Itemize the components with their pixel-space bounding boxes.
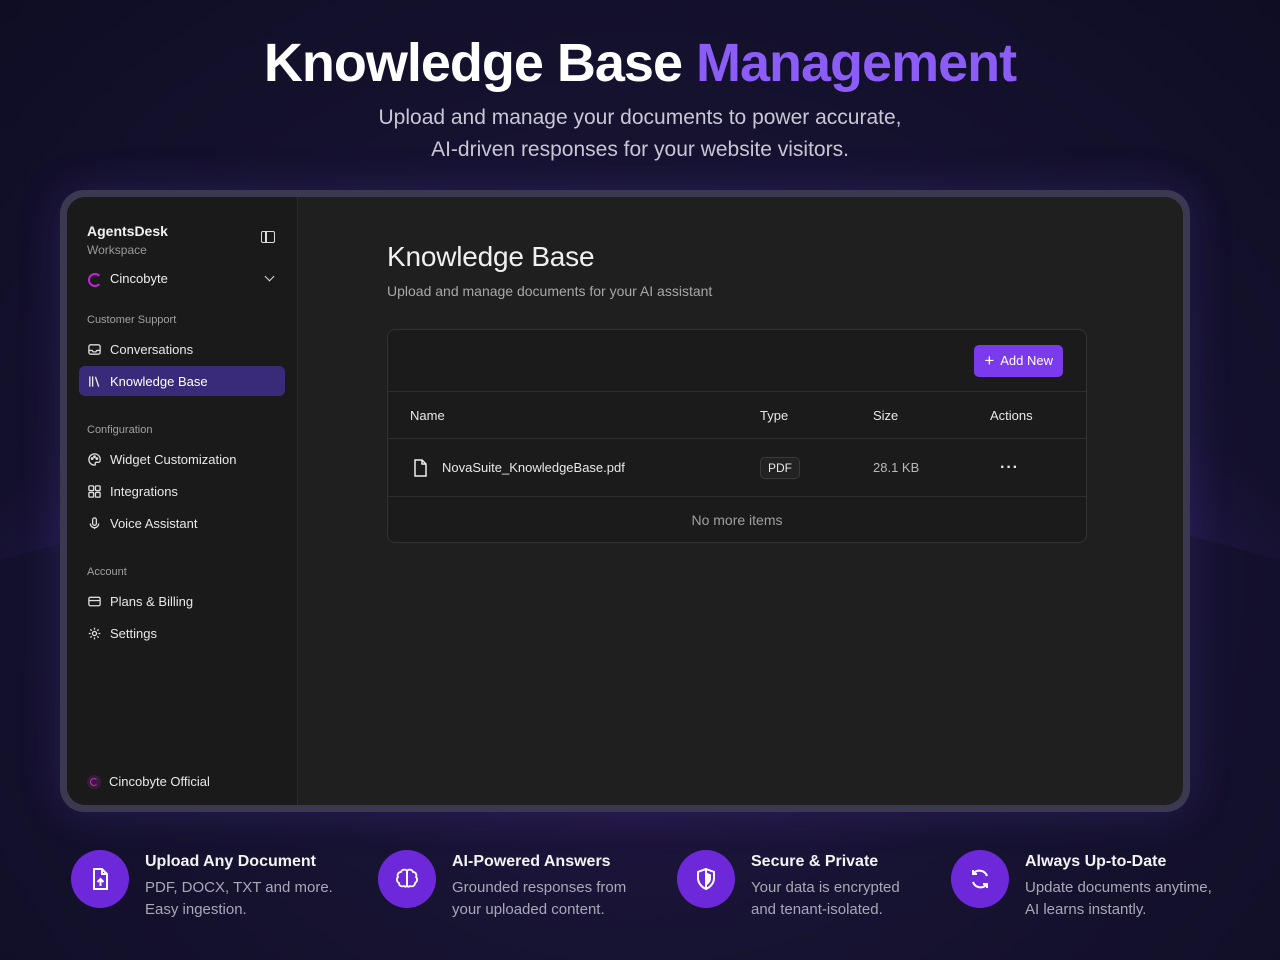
nav-section-label: Customer Support bbox=[87, 314, 177, 326]
sidebar-item-label: Knowledge Base bbox=[110, 373, 208, 389]
grid-icon bbox=[88, 484, 101, 498]
table-header: Name Type Size Actions bbox=[388, 392, 1086, 439]
feature-description-line: your uploaded content. bbox=[452, 901, 605, 918]
org-name: Cincobyte bbox=[110, 271, 168, 286]
app-name: AgentsDesk bbox=[87, 223, 168, 239]
sidebar-item-label: Widget Customization bbox=[110, 451, 237, 467]
feature-secure: Secure & Private Your data is encrypted … bbox=[677, 850, 900, 921]
feature-description: PDF, DOCX, TXT and more. Easy ingestion. bbox=[145, 877, 333, 921]
column-header-actions: Actions bbox=[990, 407, 1033, 423]
palette-icon bbox=[88, 452, 101, 466]
hero-subtitle-line: Upload and manage your documents to powe… bbox=[378, 106, 902, 129]
feature-description-line: AI learns instantly. bbox=[1025, 901, 1147, 918]
table-toolbar: + Add New bbox=[388, 330, 1086, 392]
sidebar-item-label: Integrations bbox=[110, 483, 178, 499]
file-name[interactable]: NovaSuite_KnowledgeBase.pdf bbox=[442, 460, 625, 475]
cell-type: PDF bbox=[760, 456, 873, 479]
mic-icon bbox=[89, 516, 100, 529]
sidebar-item-voice-assistant[interactable]: Voice Assistant bbox=[79, 508, 285, 538]
sidebar-item-label: Settings bbox=[110, 625, 157, 641]
page-description: Upload and manage documents for your AI … bbox=[387, 283, 713, 299]
sidebar-item-widget-customization[interactable]: Widget Customization bbox=[79, 444, 285, 474]
gear-icon bbox=[88, 627, 101, 639]
feature-description-line: Grounded responses from bbox=[452, 879, 627, 896]
hero-subtitle: Upload and manage your documents to powe… bbox=[0, 102, 1280, 166]
sidebar-item-label: Voice Assistant bbox=[110, 515, 198, 531]
feature-ai-answers: AI-Powered Answers Grounded responses fr… bbox=[378, 850, 626, 921]
cell-size: 28.1 KB bbox=[873, 460, 920, 475]
nav-section-label: Account bbox=[87, 566, 127, 578]
feature-description: Update documents anytime, AI learns inst… bbox=[1025, 877, 1212, 921]
feature-description-line: PDF, DOCX, TXT and more. bbox=[145, 879, 333, 896]
credit-card-icon bbox=[88, 596, 101, 606]
hero-title-accent: Management bbox=[696, 33, 1017, 93]
inbox-icon bbox=[88, 343, 101, 355]
chevron-down-icon bbox=[264, 271, 275, 282]
add-new-button[interactable]: + Add New bbox=[974, 344, 1063, 377]
workspace-header: AgentsDesk Workspace bbox=[79, 223, 285, 257]
feature-description-line: and tenant-isolated. bbox=[751, 901, 883, 918]
brain-icon bbox=[378, 850, 436, 908]
table-empty-message: No more items bbox=[691, 511, 783, 528]
column-header-type[interactable]: Type bbox=[760, 408, 873, 423]
feature-upload: Upload Any Document PDF, DOCX, TXT and m… bbox=[71, 850, 333, 921]
documents-table-card: + Add New Name Type Size Actions NovaSui… bbox=[387, 329, 1087, 543]
sidebar: AgentsDesk Workspace Cincobyte Customer … bbox=[67, 197, 298, 805]
more-actions-icon[interactable]: ··· bbox=[1000, 459, 1019, 476]
plus-icon: + bbox=[984, 351, 995, 370]
sidebar-item-label: Conversations bbox=[110, 341, 194, 357]
org-logo-icon bbox=[87, 271, 102, 287]
account-menu[interactable]: Cincobyte Official bbox=[87, 774, 210, 789]
account-name: Cincobyte Official bbox=[109, 774, 210, 789]
feature-description-line: Your data is encrypted bbox=[751, 879, 900, 896]
feature-title: Upload Any Document bbox=[145, 853, 316, 870]
page-title: Knowledge Base bbox=[387, 241, 595, 272]
sidebar-item-plans-billing[interactable]: Plans & Billing bbox=[79, 586, 285, 616]
hero-subtitle-line: AI-driven responses for your website vis… bbox=[431, 138, 849, 161]
feature-description-line: Easy ingestion. bbox=[145, 901, 247, 918]
sidebar-item-knowledge-base[interactable]: Knowledge Base bbox=[79, 366, 285, 396]
feature-description: Your data is encrypted and tenant-isolat… bbox=[751, 877, 900, 921]
library-icon bbox=[89, 375, 100, 387]
hero-title: Knowledge Base Management bbox=[0, 32, 1280, 94]
file-icon bbox=[414, 458, 427, 477]
refresh-icon bbox=[951, 850, 1009, 908]
cell-actions: ··· bbox=[990, 459, 1086, 477]
app-window: AgentsDesk Workspace Cincobyte Customer … bbox=[67, 197, 1183, 805]
column-header-size[interactable]: Size bbox=[873, 408, 990, 423]
toggle-sidebar-icon[interactable] bbox=[261, 231, 275, 243]
feature-title: Secure & Private bbox=[751, 853, 879, 870]
sidebar-item-label: Plans & Billing bbox=[110, 593, 194, 609]
main-content: Knowledge Base Upload and manage documen… bbox=[298, 197, 1183, 805]
app-window-frame: AgentsDesk Workspace Cincobyte Customer … bbox=[60, 190, 1190, 812]
file-upload-icon bbox=[71, 850, 129, 908]
hero-title-main: Knowledge Base bbox=[263, 33, 683, 93]
sidebar-item-conversations[interactable]: Conversations bbox=[79, 334, 285, 364]
table-row[interactable]: NovaSuite_KnowledgeBase.pdf PDF 28.1 KB … bbox=[388, 439, 1086, 497]
shield-icon bbox=[677, 850, 735, 908]
sidebar-item-settings[interactable]: Settings bbox=[79, 618, 285, 648]
cell-name: NovaSuite_KnowledgeBase.pdf bbox=[388, 458, 760, 478]
org-switcher[interactable]: Cincobyte bbox=[79, 271, 285, 287]
account-avatar-icon bbox=[87, 774, 101, 789]
add-new-label: Add New bbox=[1000, 353, 1053, 368]
feature-title: Always Up-to-Date bbox=[1025, 853, 1167, 870]
feature-title: AI-Powered Answers bbox=[452, 853, 611, 870]
file-type-badge: PDF bbox=[760, 456, 800, 479]
feature-description-line: Update documents anytime, bbox=[1025, 879, 1212, 896]
feature-up-to-date: Always Up-to-Date Update documents anyti… bbox=[951, 850, 1212, 921]
workspace-label: Workspace bbox=[87, 243, 147, 257]
sidebar-item-integrations[interactable]: Integrations bbox=[79, 476, 285, 506]
column-header-name[interactable]: Name bbox=[388, 408, 760, 423]
nav-section-label: Configuration bbox=[87, 424, 153, 436]
feature-description: Grounded responses from your uploaded co… bbox=[452, 877, 626, 921]
